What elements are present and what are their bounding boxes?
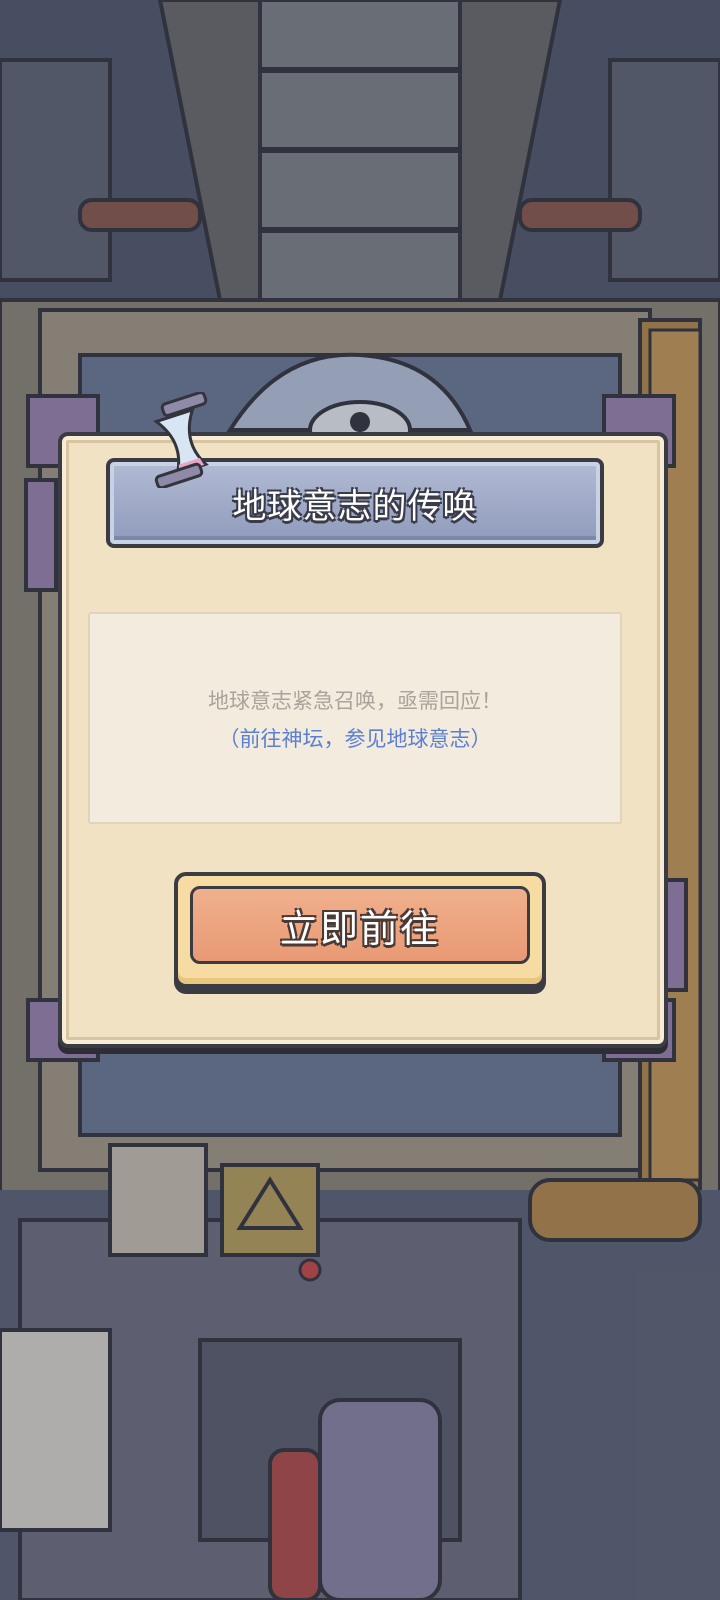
go-now-label: 立即前往 [279, 906, 440, 951]
summon-dialog: 地球意志的传唤 地球意志紧急召唤，亟需回应！ （前往神坛，参见地球意志） 立即前… [58, 432, 668, 1048]
message-hint: （前往神坛，参见地球意志） [218, 727, 492, 751]
message-text: 地球意志紧急召唤，亟需回应！ [208, 689, 502, 713]
message-box: 地球意志紧急召唤，亟需回应！ （前往神坛，参见地球意志） [88, 612, 622, 824]
go-now-button-face[interactable]: 立即前往 [190, 886, 530, 964]
hourglass-icon [153, 392, 209, 488]
dialog-title: 地球意志的传唤 [232, 486, 478, 527]
go-now-button[interactable]: 立即前往 [174, 872, 546, 988]
